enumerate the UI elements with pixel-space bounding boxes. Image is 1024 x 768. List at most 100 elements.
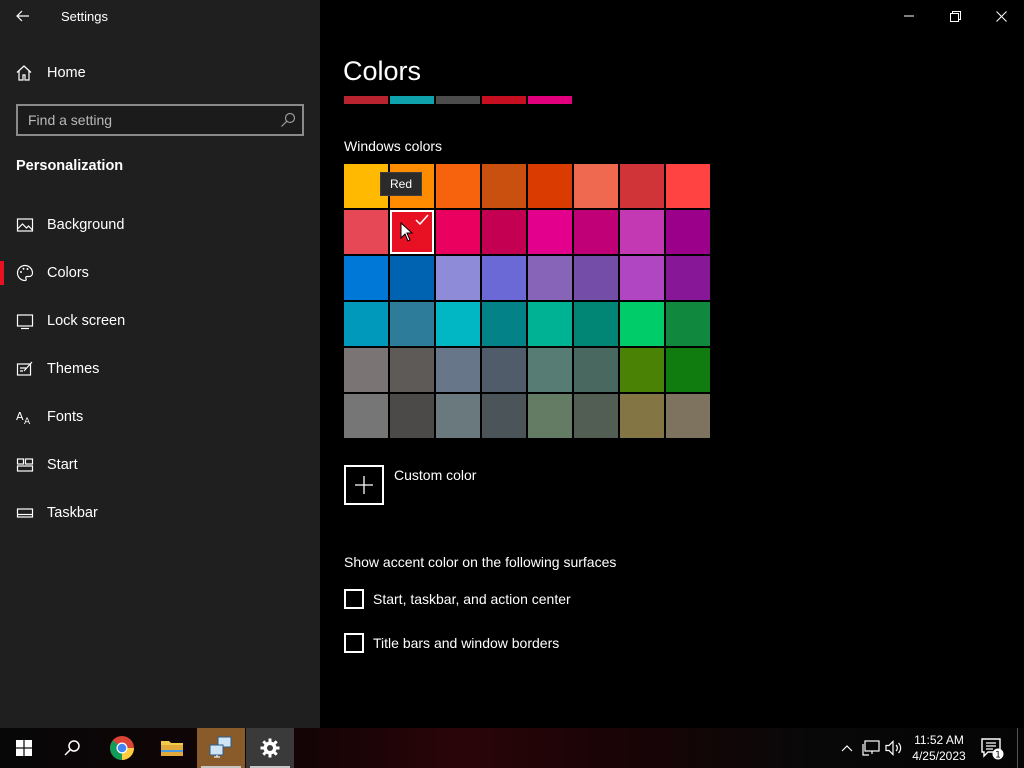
color-swatch[interactable]: [528, 256, 572, 300]
color-swatch[interactable]: [482, 302, 526, 346]
virtual-machine-button[interactable]: [197, 728, 245, 768]
title-bars-checkbox-row[interactable]: Title bars and window borders: [344, 632, 559, 654]
search-button[interactable]: [48, 728, 96, 768]
color-swatch[interactable]: [666, 210, 710, 254]
custom-color-label[interactable]: Custom color: [394, 467, 476, 483]
color-swatch[interactable]: [620, 394, 664, 438]
action-center-button[interactable]: 1: [980, 736, 1004, 761]
search-icon[interactable]: [280, 112, 296, 128]
color-swatch[interactable]: [390, 256, 434, 300]
color-swatch[interactable]: [482, 348, 526, 392]
back-button[interactable]: [8, 2, 38, 30]
color-swatch[interactable]: [390, 302, 434, 346]
nav-item-fonts[interactable]: A A Fonts: [0, 395, 320, 439]
lock-screen-icon: [16, 314, 34, 330]
color-swatch[interactable]: [436, 348, 480, 392]
checkmark-icon: [415, 214, 429, 226]
color-swatch[interactable]: [666, 394, 710, 438]
color-swatch[interactable]: [666, 256, 710, 300]
show-desktop-button[interactable]: [1017, 728, 1018, 768]
color-swatch[interactable]: [528, 302, 572, 346]
color-swatch[interactable]: [528, 164, 572, 208]
color-swatch[interactable]: [390, 210, 434, 254]
color-swatch[interactable]: [574, 164, 618, 208]
nav-item-themes[interactable]: Themes: [0, 347, 320, 391]
settings-taskbar-button[interactable]: [246, 728, 294, 768]
checkbox-label: Title bars and window borders: [373, 635, 560, 651]
color-swatch[interactable]: [574, 210, 618, 254]
chrome-button[interactable]: [98, 728, 146, 768]
nav-item-label: Lock screen: [47, 313, 126, 329]
nav-home[interactable]: Home: [0, 56, 320, 90]
nav-item-lock-screen[interactable]: Lock screen: [0, 299, 320, 343]
color-swatch[interactable]: [528, 394, 572, 438]
gear-icon: [260, 738, 280, 758]
clock[interactable]: 11:52 AM 4/25/2023: [900, 732, 978, 764]
windows-colors-label: Windows colors: [344, 138, 443, 154]
color-swatch[interactable]: [620, 164, 664, 208]
color-swatch[interactable]: [482, 256, 526, 300]
color-swatch[interactable]: [344, 210, 388, 254]
color-swatch[interactable]: [436, 164, 480, 208]
custom-color-button[interactable]: [344, 465, 384, 505]
recent-color-swatch[interactable]: [528, 96, 572, 104]
color-swatch[interactable]: [666, 164, 710, 208]
recent-color-swatch[interactable]: [344, 96, 388, 104]
color-swatch[interactable]: [620, 302, 664, 346]
color-swatch[interactable]: [436, 302, 480, 346]
color-swatch[interactable]: [482, 394, 526, 438]
search-icon: [64, 740, 80, 756]
start-taskbar-checkbox-row[interactable]: Start, taskbar, and action center: [344, 588, 571, 610]
network-button[interactable]: [862, 739, 880, 757]
start-button[interactable]: [0, 728, 48, 768]
color-swatch[interactable]: [620, 256, 664, 300]
show-hidden-icons-button[interactable]: [838, 739, 856, 757]
notification-icon: 1: [981, 738, 1004, 761]
file-explorer-button[interactable]: [148, 728, 196, 768]
colors-page: Colors Windows colors Red Custom color S…: [320, 0, 1024, 728]
color-swatch[interactable]: [666, 302, 710, 346]
windows-logo-icon: [16, 740, 32, 756]
recent-color-swatch[interactable]: [482, 96, 526, 104]
recent-color-swatch[interactable]: [436, 96, 480, 104]
nav-item-taskbar[interactable]: Taskbar: [0, 491, 320, 535]
color-swatch[interactable]: [528, 210, 572, 254]
color-swatch[interactable]: [574, 394, 618, 438]
color-swatch[interactable]: [574, 256, 618, 300]
nav-item-start[interactable]: Start: [0, 443, 320, 487]
nav-home-label: Home: [47, 65, 86, 81]
color-swatch[interactable]: [390, 348, 434, 392]
color-swatch[interactable]: [620, 348, 664, 392]
nav-item-colors[interactable]: Colors: [0, 251, 320, 295]
nav-item-label: Fonts: [47, 409, 84, 425]
color-swatch[interactable]: [344, 256, 388, 300]
checkbox-label: Start, taskbar, and action center: [373, 591, 571, 607]
close-button[interactable]: [978, 0, 1024, 32]
accent-surfaces-label: Show accent color on the following surfa…: [344, 554, 617, 570]
color-swatch[interactable]: [666, 348, 710, 392]
back-arrow-icon: [16, 10, 29, 22]
nav-item-label: Colors: [47, 265, 89, 281]
home-icon: [16, 65, 32, 81]
color-swatch[interactable]: [344, 302, 388, 346]
color-swatch[interactable]: [436, 210, 480, 254]
color-swatch[interactable]: [482, 164, 526, 208]
color-swatch-grid: [344, 164, 712, 438]
checkbox[interactable]: [344, 589, 364, 609]
restore-button[interactable]: [932, 0, 978, 32]
nav-item-background[interactable]: Background: [0, 203, 320, 247]
color-swatch[interactable]: [482, 210, 526, 254]
color-swatch[interactable]: [528, 348, 572, 392]
recent-color-swatch[interactable]: [390, 96, 434, 104]
search-input[interactable]: Find a setting: [16, 104, 304, 136]
color-swatch[interactable]: [620, 210, 664, 254]
color-swatch[interactable]: [344, 394, 388, 438]
color-swatch[interactable]: [574, 348, 618, 392]
color-swatch[interactable]: [390, 394, 434, 438]
checkbox[interactable]: [344, 633, 364, 653]
color-swatch[interactable]: [574, 302, 618, 346]
color-swatch[interactable]: [436, 394, 480, 438]
minimize-button[interactable]: [886, 0, 932, 32]
color-swatch[interactable]: [436, 256, 480, 300]
color-swatch[interactable]: [344, 348, 388, 392]
